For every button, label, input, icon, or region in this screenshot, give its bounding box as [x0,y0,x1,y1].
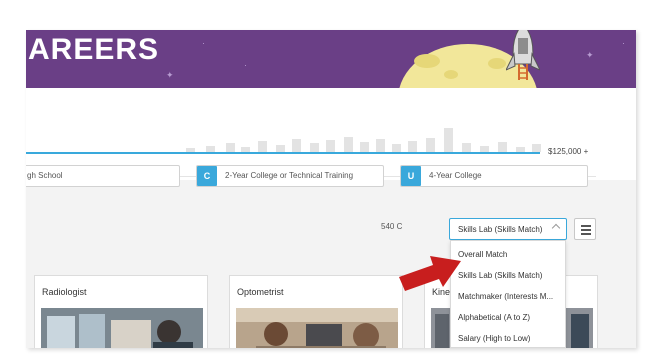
list-view-button[interactable] [574,218,596,240]
list-icon [581,233,591,235]
sort-option-salary[interactable]: Salary (High to Low) [458,334,562,343]
sort-option-matchmaker[interactable]: Matchmaker (Interests M... [458,292,562,301]
career-title: Optometrist [237,287,284,297]
sort-dropdown[interactable]: Skills Lab (Skills Match) [449,218,567,240]
badge-c: C [197,166,217,186]
salary-slider-track[interactable] [26,152,540,154]
list-icon [581,229,591,231]
chevron-up-icon [551,223,561,233]
moon-crater [444,70,458,79]
career-photo [236,308,398,348]
histogram-bar [408,141,417,152]
screenshot-frame: AREERS ✦ · · ✦ · $125,000 + gh School C … [0,0,645,356]
histogram-bar [498,142,507,152]
results-count: 540 C [381,222,403,231]
salary-max-label: $125,000 + [548,147,589,156]
filter-4-year-college[interactable]: U 4-Year College [400,165,588,187]
histogram-bar [226,143,235,152]
filter-label: 2-Year College or Technical Training [225,171,354,180]
sort-options-menu: Overall Match Skills Lab (Skills Match) … [450,240,566,348]
histogram-bar [444,128,453,152]
career-card-optometrist[interactable]: Optometrist [229,275,403,348]
histogram-bar [532,144,541,152]
star-icon: · [244,60,247,70]
sort-selected-value: Skills Lab (Skills Match) [458,225,543,234]
histogram-bar [376,139,385,152]
sort-option-skills-lab[interactable]: Skills Lab (Skills Match) [458,271,562,280]
histogram-bar [292,139,301,152]
career-title: Radiologist [42,287,87,297]
list-icon [581,225,591,227]
histogram-bar [462,143,471,152]
star-icon: · [202,38,205,48]
histogram-bar [258,141,267,152]
star-icon: ✦ [166,70,174,80]
badge-u: U [401,166,421,186]
filter-2-year-college[interactable]: C 2-Year College or Technical Training [196,165,384,187]
moon-crater [488,58,506,69]
page-title: AREERS [28,33,160,66]
sort-option-alphabetical[interactable]: Alphabetical (A to Z) [458,313,562,322]
careers-page: AREERS ✦ · · ✦ · $125,000 + gh School C … [26,30,636,348]
career-card-radiologist[interactable]: Radiologist [34,275,208,348]
histogram-bar [344,137,353,152]
histogram-bar [276,145,285,152]
career-photo [41,308,203,348]
salary-histogram [26,118,546,152]
histogram-bar [360,142,369,152]
filter-high-school[interactable]: gh School [26,165,180,187]
sort-option-overall-match[interactable]: Overall Match [458,250,562,259]
rocket-icon [506,30,540,80]
arrow-icon [399,256,461,291]
histogram-bar [392,144,401,152]
moon-crater [414,54,440,68]
histogram-bar [326,140,335,152]
filter-label: gh School [27,171,63,180]
histogram-bar [426,138,435,152]
careers-banner: AREERS ✦ · · ✦ · [26,30,636,88]
filter-label: 4-Year College [429,171,482,180]
histogram-bar [310,143,319,152]
star-icon: · [622,38,625,48]
star-icon: ✦ [586,50,594,60]
